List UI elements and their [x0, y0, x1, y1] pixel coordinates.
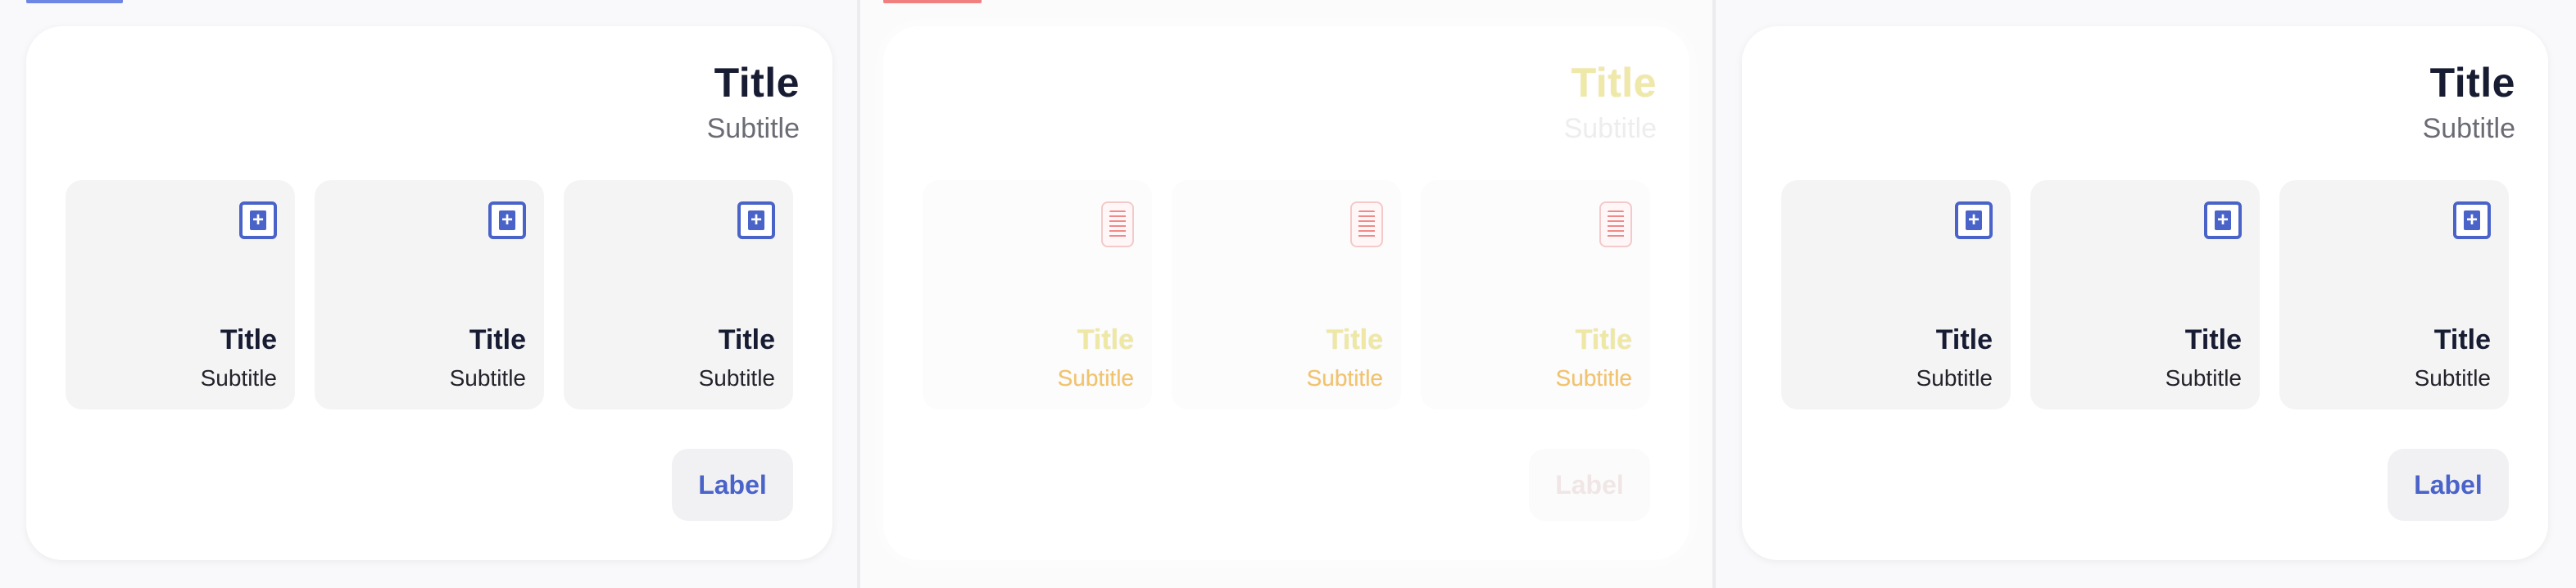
preview-column-2: Title Subtitle Title Subtitle Title Subt… [860, 0, 1712, 588]
document-icon[interactable] [1599, 201, 1632, 247]
document-icon[interactable] [1101, 201, 1134, 247]
tile[interactable]: Title Subtitle [564, 180, 793, 409]
label-button[interactable]: Label [1529, 449, 1650, 521]
tile[interactable]: Title Subtitle [1421, 180, 1650, 409]
tile[interactable]: Title Subtitle [2030, 180, 2260, 409]
card-subtitle: Subtitle [1563, 113, 1657, 144]
plus-icon[interactable] [239, 201, 277, 239]
accent-indicator-red [883, 0, 982, 3]
card-title: Title [2429, 60, 2515, 106]
tile[interactable]: Title Subtitle [1781, 180, 2011, 409]
tile-title: Title [1326, 324, 1383, 355]
preview-column-1: Title Subtitle Title Subtitle Title Subt… [0, 0, 857, 588]
tile-subtitle: Subtitle [1555, 365, 1632, 391]
tile-subtitle: Subtitle [698, 365, 775, 391]
tile-subtitle: Subtitle [2414, 365, 2491, 391]
label-button[interactable]: Label [672, 449, 793, 521]
card-title: Title [1571, 60, 1657, 106]
plus-icon[interactable] [2204, 201, 2242, 239]
ghost-content-card: Title Subtitle Title Subtitle Title Subt… [883, 26, 1689, 560]
preview-column-3: Title Subtitle Title Subtitle Title Subt… [1716, 0, 2576, 588]
plus-icon[interactable] [737, 201, 775, 239]
tile[interactable]: Title Subtitle [315, 180, 544, 409]
tile-subtitle: Subtitle [1057, 365, 1134, 391]
document-icon[interactable] [1350, 201, 1383, 247]
tile-title: Title [469, 324, 526, 355]
tile[interactable]: Title Subtitle [2279, 180, 2509, 409]
plus-icon[interactable] [1955, 201, 1993, 239]
tile-title: Title [2433, 324, 2491, 355]
tile[interactable]: Title Subtitle [66, 180, 295, 409]
tile-row: Title Subtitle Title Subtitle Title Subt… [923, 180, 1650, 409]
card-title: Title [714, 60, 800, 106]
tile-subtitle: Subtitle [1916, 365, 1993, 391]
tile-title: Title [1077, 324, 1134, 355]
tile-title: Title [718, 324, 775, 355]
content-card: Title Subtitle Title Subtitle Title Subt… [1742, 26, 2548, 560]
card-subtitle: Subtitle [706, 113, 800, 144]
tile-title: Title [2184, 324, 2242, 355]
plus-icon[interactable] [2453, 201, 2491, 239]
preview-stage: Title Subtitle Title Subtitle Title Subt… [0, 0, 2576, 588]
tile-subtitle: Subtitle [2165, 365, 2242, 391]
label-button[interactable]: Label [2388, 449, 2509, 521]
tile[interactable]: Title Subtitle [1172, 180, 1401, 409]
tile-subtitle: Subtitle [449, 365, 526, 391]
tile-title: Title [1935, 324, 1993, 355]
content-card: Title Subtitle Title Subtitle Title Subt… [26, 26, 832, 560]
tile-row: Title Subtitle Title Subtitle Title Subt… [66, 180, 793, 409]
accent-indicator-blue [26, 0, 123, 3]
tile-row: Title Subtitle Title Subtitle Title Subt… [1781, 180, 2509, 409]
tile-title: Title [1575, 324, 1632, 355]
tile-title: Title [220, 324, 277, 355]
card-subtitle: Subtitle [2422, 113, 2515, 144]
tile-subtitle: Subtitle [1306, 365, 1383, 391]
tile[interactable]: Title Subtitle [923, 180, 1152, 409]
plus-icon[interactable] [488, 201, 526, 239]
tile-subtitle: Subtitle [200, 365, 277, 391]
